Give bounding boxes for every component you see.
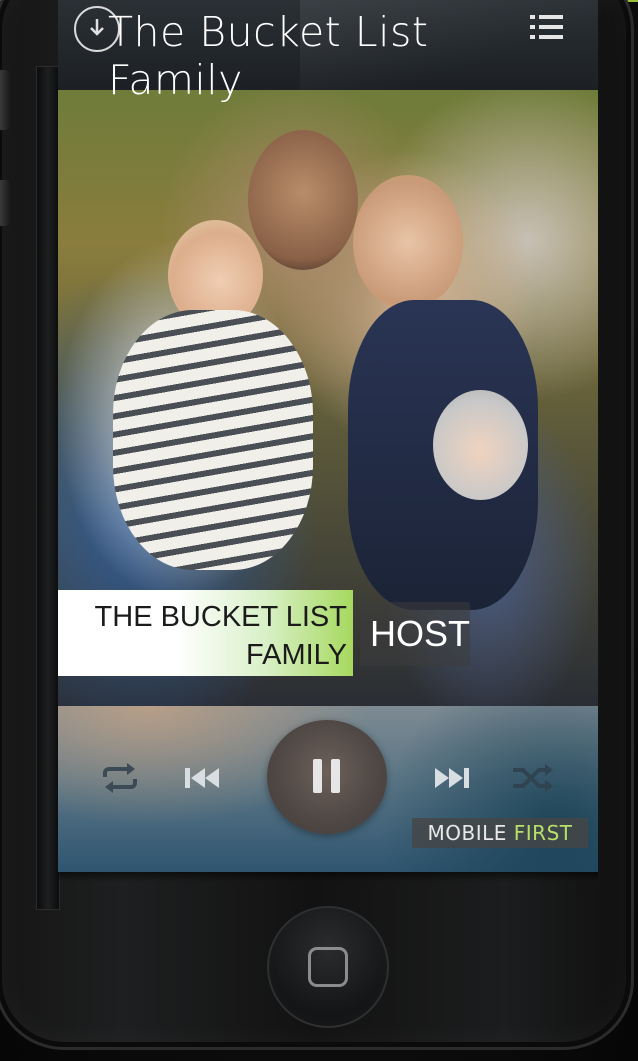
host-label-badge: HOST xyxy=(360,602,470,666)
baby-figure xyxy=(433,390,528,500)
screen-bezel xyxy=(36,66,60,910)
device-frame: The Bucket List Family THE BUCKET LIST F… xyxy=(0,0,638,1061)
page-title: The Bucket List Family xyxy=(108,8,429,104)
side-volume-up-button xyxy=(0,70,10,130)
previous-icon[interactable] xyxy=(180,760,226,796)
show-label-badge: THE BUCKET LIST FAMILY xyxy=(58,590,353,676)
brand-word-mobile: MOBILE xyxy=(427,821,507,845)
pause-icon xyxy=(313,759,340,793)
pause-button[interactable] xyxy=(267,720,387,834)
shuffle-icon[interactable] xyxy=(510,758,556,798)
home-button[interactable] xyxy=(267,906,389,1028)
repeat-icon[interactable] xyxy=(98,758,142,798)
player-controls: MOBILE FIRST xyxy=(58,706,598,872)
home-square-icon xyxy=(308,947,348,987)
side-volume-down-button xyxy=(0,180,10,226)
man-figure xyxy=(248,130,358,270)
woman-figure xyxy=(353,175,463,310)
brand-logo: MOBILE FIRST xyxy=(412,818,588,848)
next-icon[interactable] xyxy=(428,760,474,796)
list-menu-icon[interactable] xyxy=(528,12,566,44)
brand-word-first: FIRST xyxy=(513,821,573,845)
screen-bottom-shadow xyxy=(58,872,598,882)
striped-jacket xyxy=(113,310,313,570)
app-screen: The Bucket List Family THE BUCKET LIST F… xyxy=(58,0,598,872)
